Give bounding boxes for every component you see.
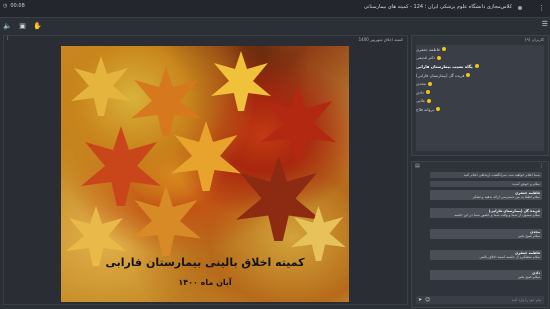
user-item[interactable]: دادی xyxy=(416,88,544,97)
user-item[interactable]: دکتر قدیمی xyxy=(416,54,544,63)
user-item[interactable]: مجدی xyxy=(416,79,544,88)
user-icon xyxy=(427,98,432,103)
raise-hand-icon[interactable]: ✋ xyxy=(33,22,42,31)
user-icon xyxy=(437,55,442,60)
chat-message: سلام و خوش آمدید xyxy=(430,181,542,187)
user-item[interactable]: علایی xyxy=(416,97,544,106)
user-item[interactable]: پگاه نصیب بیمارستان فارابی xyxy=(416,62,544,71)
chat-panel: ▤ ⋮ شما اعلام خواهید شد، سرانگشت ارتباطی… xyxy=(411,161,549,308)
leaf-image xyxy=(131,186,201,256)
drag-handle-icon[interactable]: ⁞ xyxy=(7,36,9,42)
options-menu-icon[interactable]: ⋮ xyxy=(538,4,545,12)
user-item[interactable]: فاطمه جعفری xyxy=(416,45,544,54)
pod-header: ⁞ کمیته اخلاق شهریور 1400 xyxy=(4,36,407,44)
chat-message: فاطمه جعفری سلام لطفا به من دسترسی ارائه … xyxy=(430,190,542,200)
user-icon xyxy=(466,73,471,78)
leaf-image xyxy=(81,126,161,206)
user-icon xyxy=(427,81,432,86)
user-icon xyxy=(425,90,430,95)
user-icon xyxy=(435,107,440,112)
leaf-image xyxy=(71,56,131,116)
users-panel: کاربران (۹) فاطمه جعفری دکتر قدیمی پگاه … xyxy=(411,35,549,156)
send-icon[interactable]: ➤ xyxy=(418,297,422,303)
share-screen-icon[interactable]: ▣ xyxy=(18,22,27,31)
clock-icon: ◷ xyxy=(3,3,8,9)
users-list: فاطمه جعفری دکتر قدیمی پگاه نصیب بیمارست… xyxy=(416,45,544,151)
leaf-image xyxy=(131,66,201,136)
timer: ◷ 00:08 xyxy=(3,3,25,9)
toolbar: 🔈 ▣ ✋ xyxy=(0,18,413,34)
record-indicator-icon xyxy=(518,6,522,10)
emoji-icon[interactable]: ☺ xyxy=(425,297,430,303)
presentation-name: کمیته اخلاق شهریور 1400 xyxy=(358,37,403,42)
audio-icon[interactable]: 🔈 xyxy=(3,22,12,31)
leaf-image xyxy=(211,51,271,111)
leaf-image xyxy=(171,121,241,191)
chat-menu-icon[interactable]: ⋮ xyxy=(539,163,544,169)
user-item[interactable]: فریده گل (بیمارستان فارابی) xyxy=(416,71,544,80)
chat-input-placeholder: پیام خود را وارد کنید xyxy=(511,298,541,302)
chat-message: فاطمه جعفری سلام متشکرم از جلسه کمیته اخل… xyxy=(430,250,542,260)
chat-message: شما اعلام خواهید شد، سرانگشت ارتباطی اعل… xyxy=(430,172,542,178)
slide-date: آبان ماه ۱۴۰۰ xyxy=(178,278,232,287)
session-time: 00:08 xyxy=(10,3,25,9)
room-title: کلاس‌مجازی دانشگاه علوم پزشکی ایران ؛ 12… xyxy=(363,4,512,10)
presentation-pod: ⁞ کمیته اخلاق شهریور 1400 کمیته اخلاق با… xyxy=(3,35,408,305)
chat-message: دادی سلام صبح بخیر xyxy=(430,270,542,280)
slide: کمیته اخلاق بالینی بیمارستان فارابی آبان… xyxy=(61,46,349,302)
chat-input[interactable]: پیام خود را وارد کنید ➤ ☺ xyxy=(416,296,544,304)
chat-icon: ▤ xyxy=(415,163,420,169)
user-icon xyxy=(474,64,479,69)
hamburger-menu-icon[interactable]: ☰ xyxy=(542,20,548,28)
slide-title: کمیته اخلاق بالینی بیمارستان فارابی xyxy=(105,256,305,269)
user-icon xyxy=(441,47,446,52)
users-header: کاربران (۹) xyxy=(525,37,544,42)
leaf-image xyxy=(261,86,336,161)
user-item[interactable]: پروانه فلاح xyxy=(416,105,544,114)
chat-message: مجدی سلام صبح بخیر xyxy=(430,229,542,239)
chat-message: فریده گل (بیمارستان فارابی) سلام ممنون از… xyxy=(430,208,542,218)
top-bar: ◷ 00:08 کلاس‌مجازی دانشگاه علوم پزشکی ای… xyxy=(0,0,550,18)
